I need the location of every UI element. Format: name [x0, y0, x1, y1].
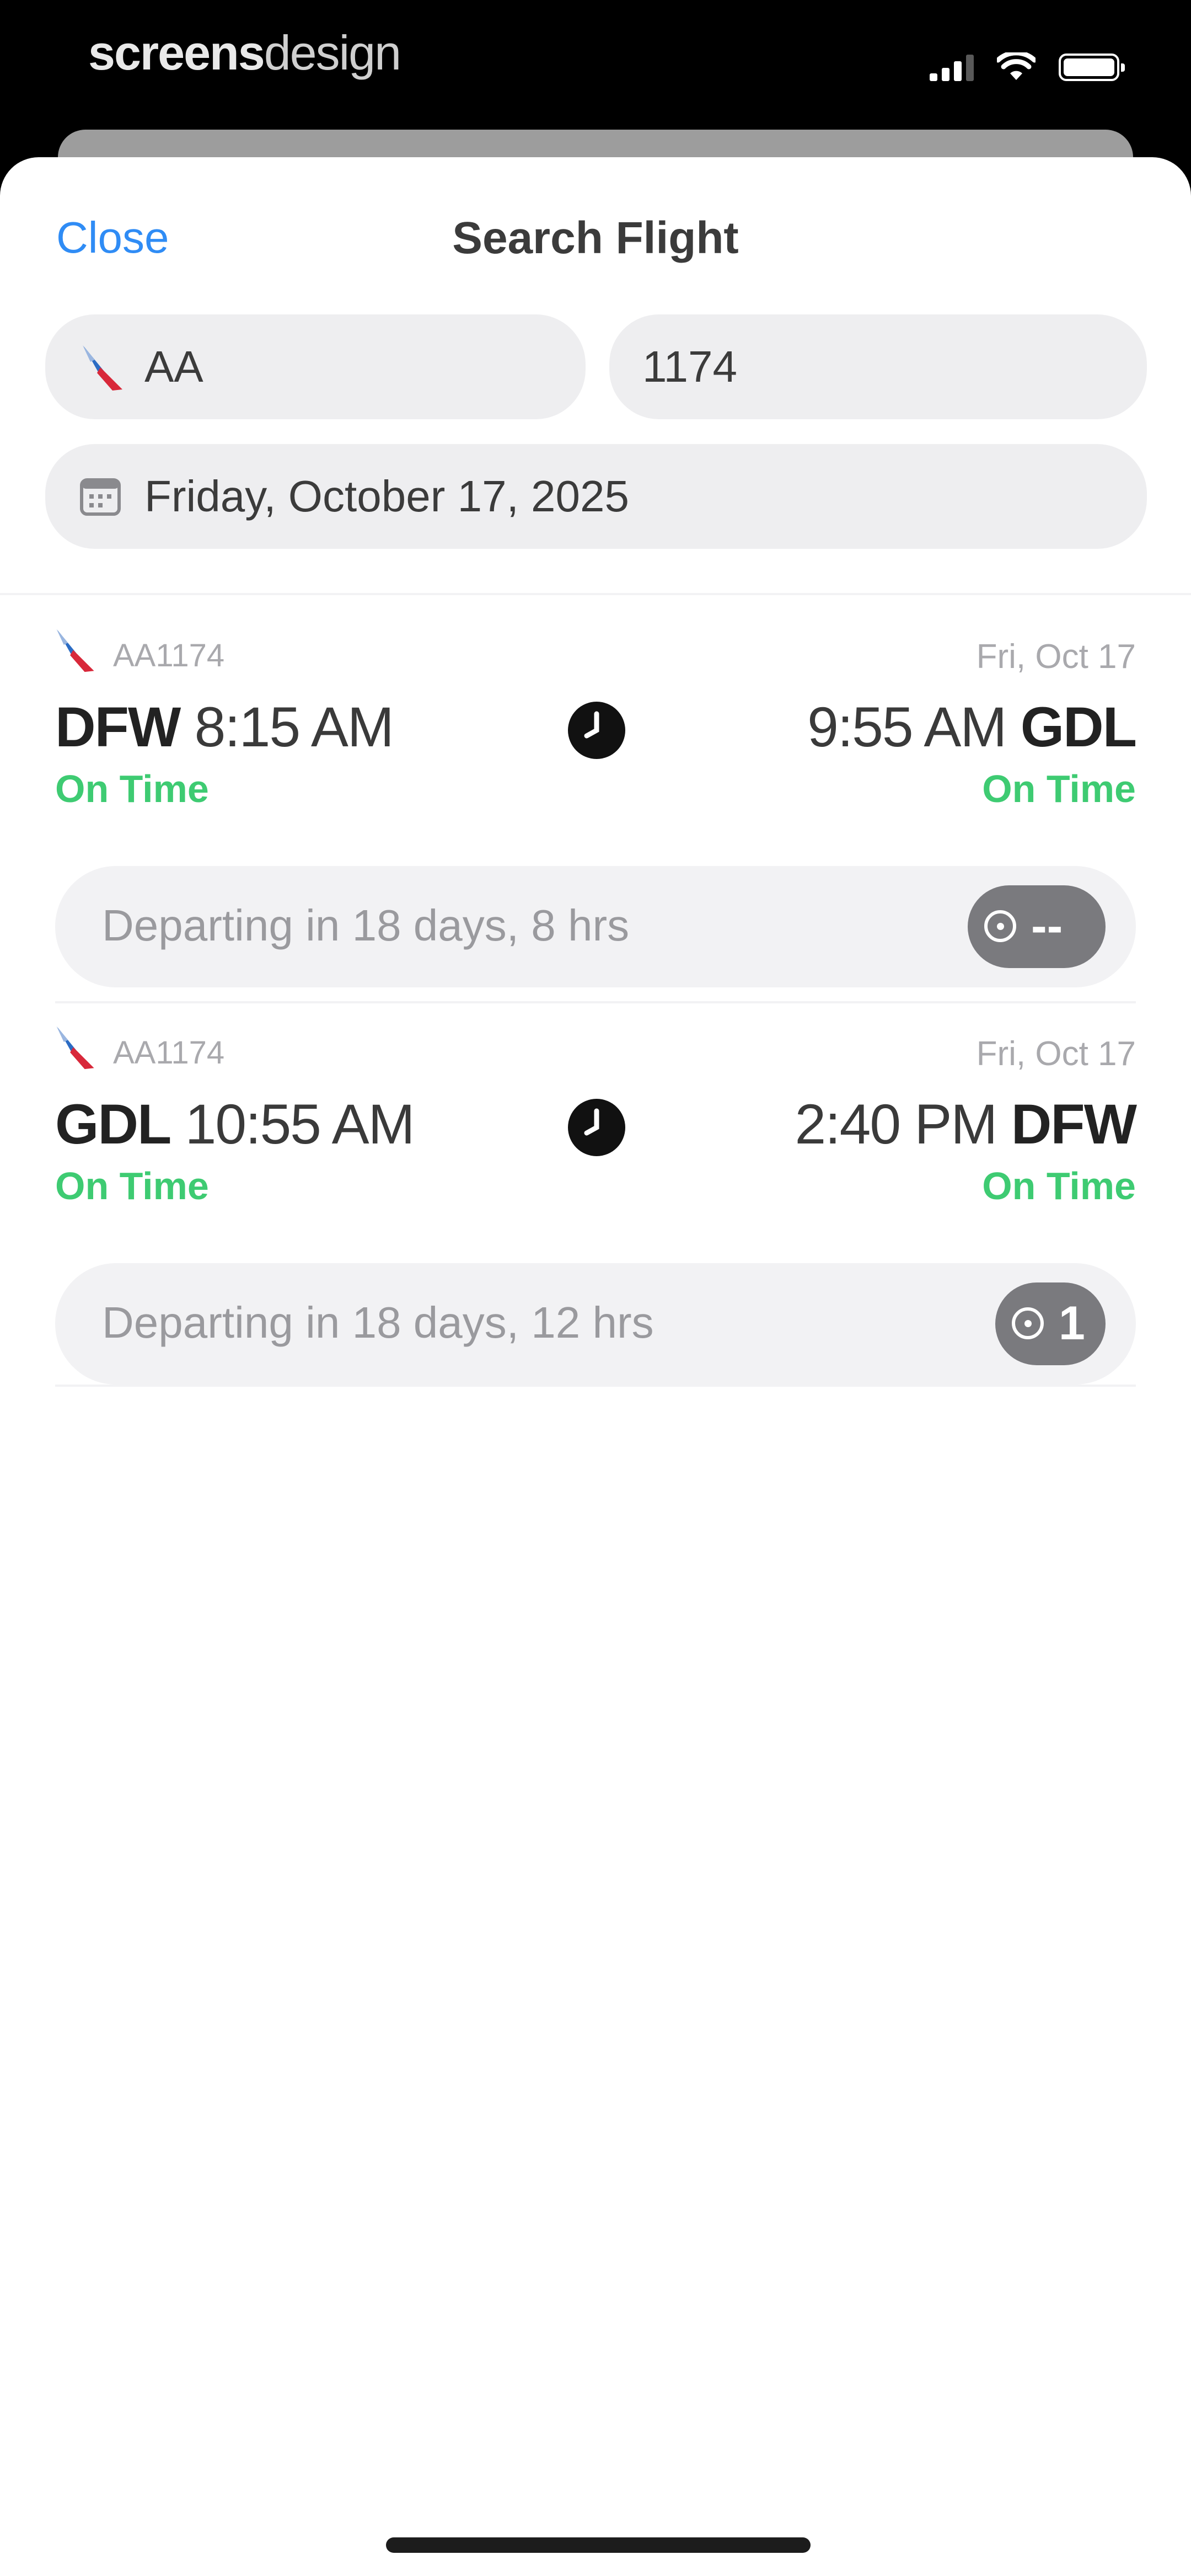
search-flight-sheet: Close Search Flight AA 1174 Friday, Octo… — [0, 157, 1191, 2576]
flight-number: AA1174 — [113, 1035, 225, 1071]
american-airlines-icon — [83, 345, 122, 391]
date-value: Friday, October 17, 2025 — [144, 472, 629, 521]
departure-status: On Time — [55, 767, 209, 810]
status-bar: screensdesign — [0, 0, 1191, 132]
flight-number-field[interactable]: 1174 — [609, 314, 1147, 419]
arrival-code: DFW — [1011, 1093, 1137, 1156]
departure-code: GDL — [55, 1093, 171, 1156]
departure: GDL 10:55 AM — [55, 1092, 415, 1157]
flight-card-2[interactable]: AA1174 Fri, Oct 17 GDL 10:55 AM 2:40 PM … — [0, 1012, 1191, 1409]
american-airlines-icon — [56, 1026, 94, 1070]
departure-time: 8:15 AM — [194, 696, 394, 758]
arrival-code: GDL — [1020, 696, 1137, 758]
cellular-signal-icon — [930, 54, 974, 81]
departure: DFW 8:15 AM — [55, 695, 394, 760]
departure-code: DFW — [55, 696, 181, 758]
brand-bold: screens — [88, 25, 265, 80]
wifi-icon — [997, 52, 1036, 80]
flight-date: Fri, Oct 17 — [976, 638, 1136, 676]
flight-card-1[interactable]: AA1174 Fri, Oct 17 DFW 8:15 AM 9:55 AM G… — [0, 615, 1191, 1012]
american-airlines-icon — [56, 629, 94, 672]
home-indicator[interactable] — [386, 2537, 811, 2553]
arrival: 9:55 AM GDL — [807, 695, 1137, 760]
flight-number-value: 1174 — [642, 342, 738, 391]
card-divider — [55, 1385, 1136, 1387]
departing-countdown: Departing in 18 days, 8 hrs -- — [55, 866, 1136, 987]
clock-icon — [568, 702, 625, 759]
arrival: 2:40 PM DFW — [795, 1092, 1137, 1157]
departing-in-text: Departing in 18 days, 12 hrs — [102, 1298, 654, 1347]
tracking-toggle-icon — [1012, 1307, 1044, 1339]
departing-in-text: Departing in 18 days, 8 hrs — [102, 901, 630, 950]
arrival-time: 9:55 AM — [807, 696, 1007, 758]
flight-date: Fri, Oct 17 — [976, 1035, 1136, 1073]
brand-light: design — [264, 25, 401, 80]
arrival-status: On Time — [982, 767, 1136, 810]
flight-times: GDL 10:55 AM 2:40 PM DFW — [55, 1092, 1137, 1164]
battery-icon — [1059, 54, 1125, 81]
date-field[interactable]: Friday, October 17, 2025 — [45, 444, 1147, 549]
brand-watermark: screensdesign — [88, 25, 401, 81]
toggle-value: 1 — [1059, 1297, 1085, 1350]
arrival-status: On Time — [982, 1164, 1136, 1207]
flight-number: AA1174 — [113, 638, 225, 674]
departing-countdown: Departing in 18 days, 12 hrs 1 — [55, 1263, 1136, 1385]
flight-times: DFW 8:15 AM 9:55 AM GDL — [55, 695, 1137, 767]
airline-field[interactable]: AA — [45, 314, 586, 419]
toggle-value: -- — [1031, 900, 1063, 953]
status-icons — [930, 51, 1125, 84]
departure-time: 10:55 AM — [185, 1093, 415, 1156]
clock-icon — [568, 1099, 625, 1156]
section-divider — [0, 593, 1191, 595]
card-divider — [55, 1001, 1136, 1003]
tracking-toggle-icon — [984, 910, 1016, 942]
track-toggle[interactable]: -- — [968, 885, 1106, 968]
airline-value: AA — [144, 342, 203, 391]
calendar-icon — [80, 478, 121, 516]
arrival-time: 2:40 PM — [795, 1093, 998, 1156]
page-title: Search Flight — [452, 213, 739, 263]
track-toggle[interactable]: 1 — [995, 1282, 1106, 1365]
nav-bar: Close Search Flight — [0, 157, 1191, 317]
departure-status: On Time — [55, 1164, 209, 1207]
